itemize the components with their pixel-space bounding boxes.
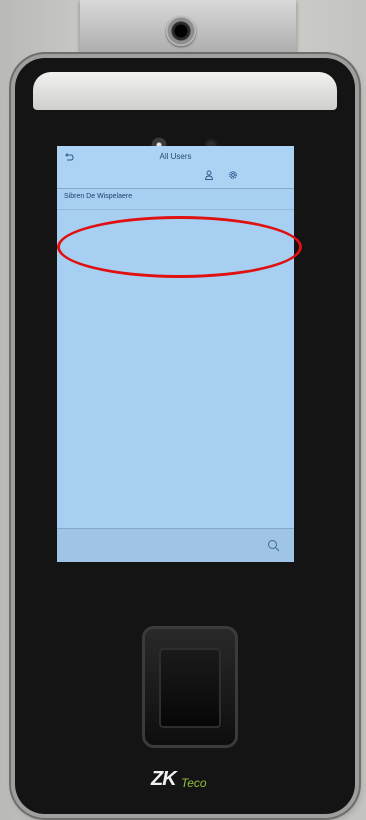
list-item[interactable]: Sibren De Wispelaere xyxy=(57,189,294,209)
bracket-camera-hole xyxy=(166,16,196,46)
top-light-band xyxy=(33,72,337,110)
search-icon[interactable] xyxy=(267,539,280,552)
page-title: All Users xyxy=(159,152,192,161)
logo-teco-text: Teco xyxy=(181,776,207,790)
gear-icon[interactable] xyxy=(228,170,238,180)
user-icon[interactable] xyxy=(204,170,214,180)
touch-screen: All Users Sibren De Wispelaere xyxy=(57,146,294,562)
row-divider xyxy=(57,209,294,210)
logo-zk-text: ZK xyxy=(151,768,177,790)
highlight-annotation xyxy=(57,216,302,278)
brand-logo: ZK Teco xyxy=(151,768,241,794)
user-name: Sibren De Wispelaere xyxy=(64,193,133,200)
search-bar[interactable] xyxy=(57,528,294,562)
fingerprint-reader[interactable] xyxy=(142,626,238,748)
screen-header: All Users xyxy=(57,146,294,188)
fingerprint-sensor[interactable] xyxy=(159,648,221,728)
